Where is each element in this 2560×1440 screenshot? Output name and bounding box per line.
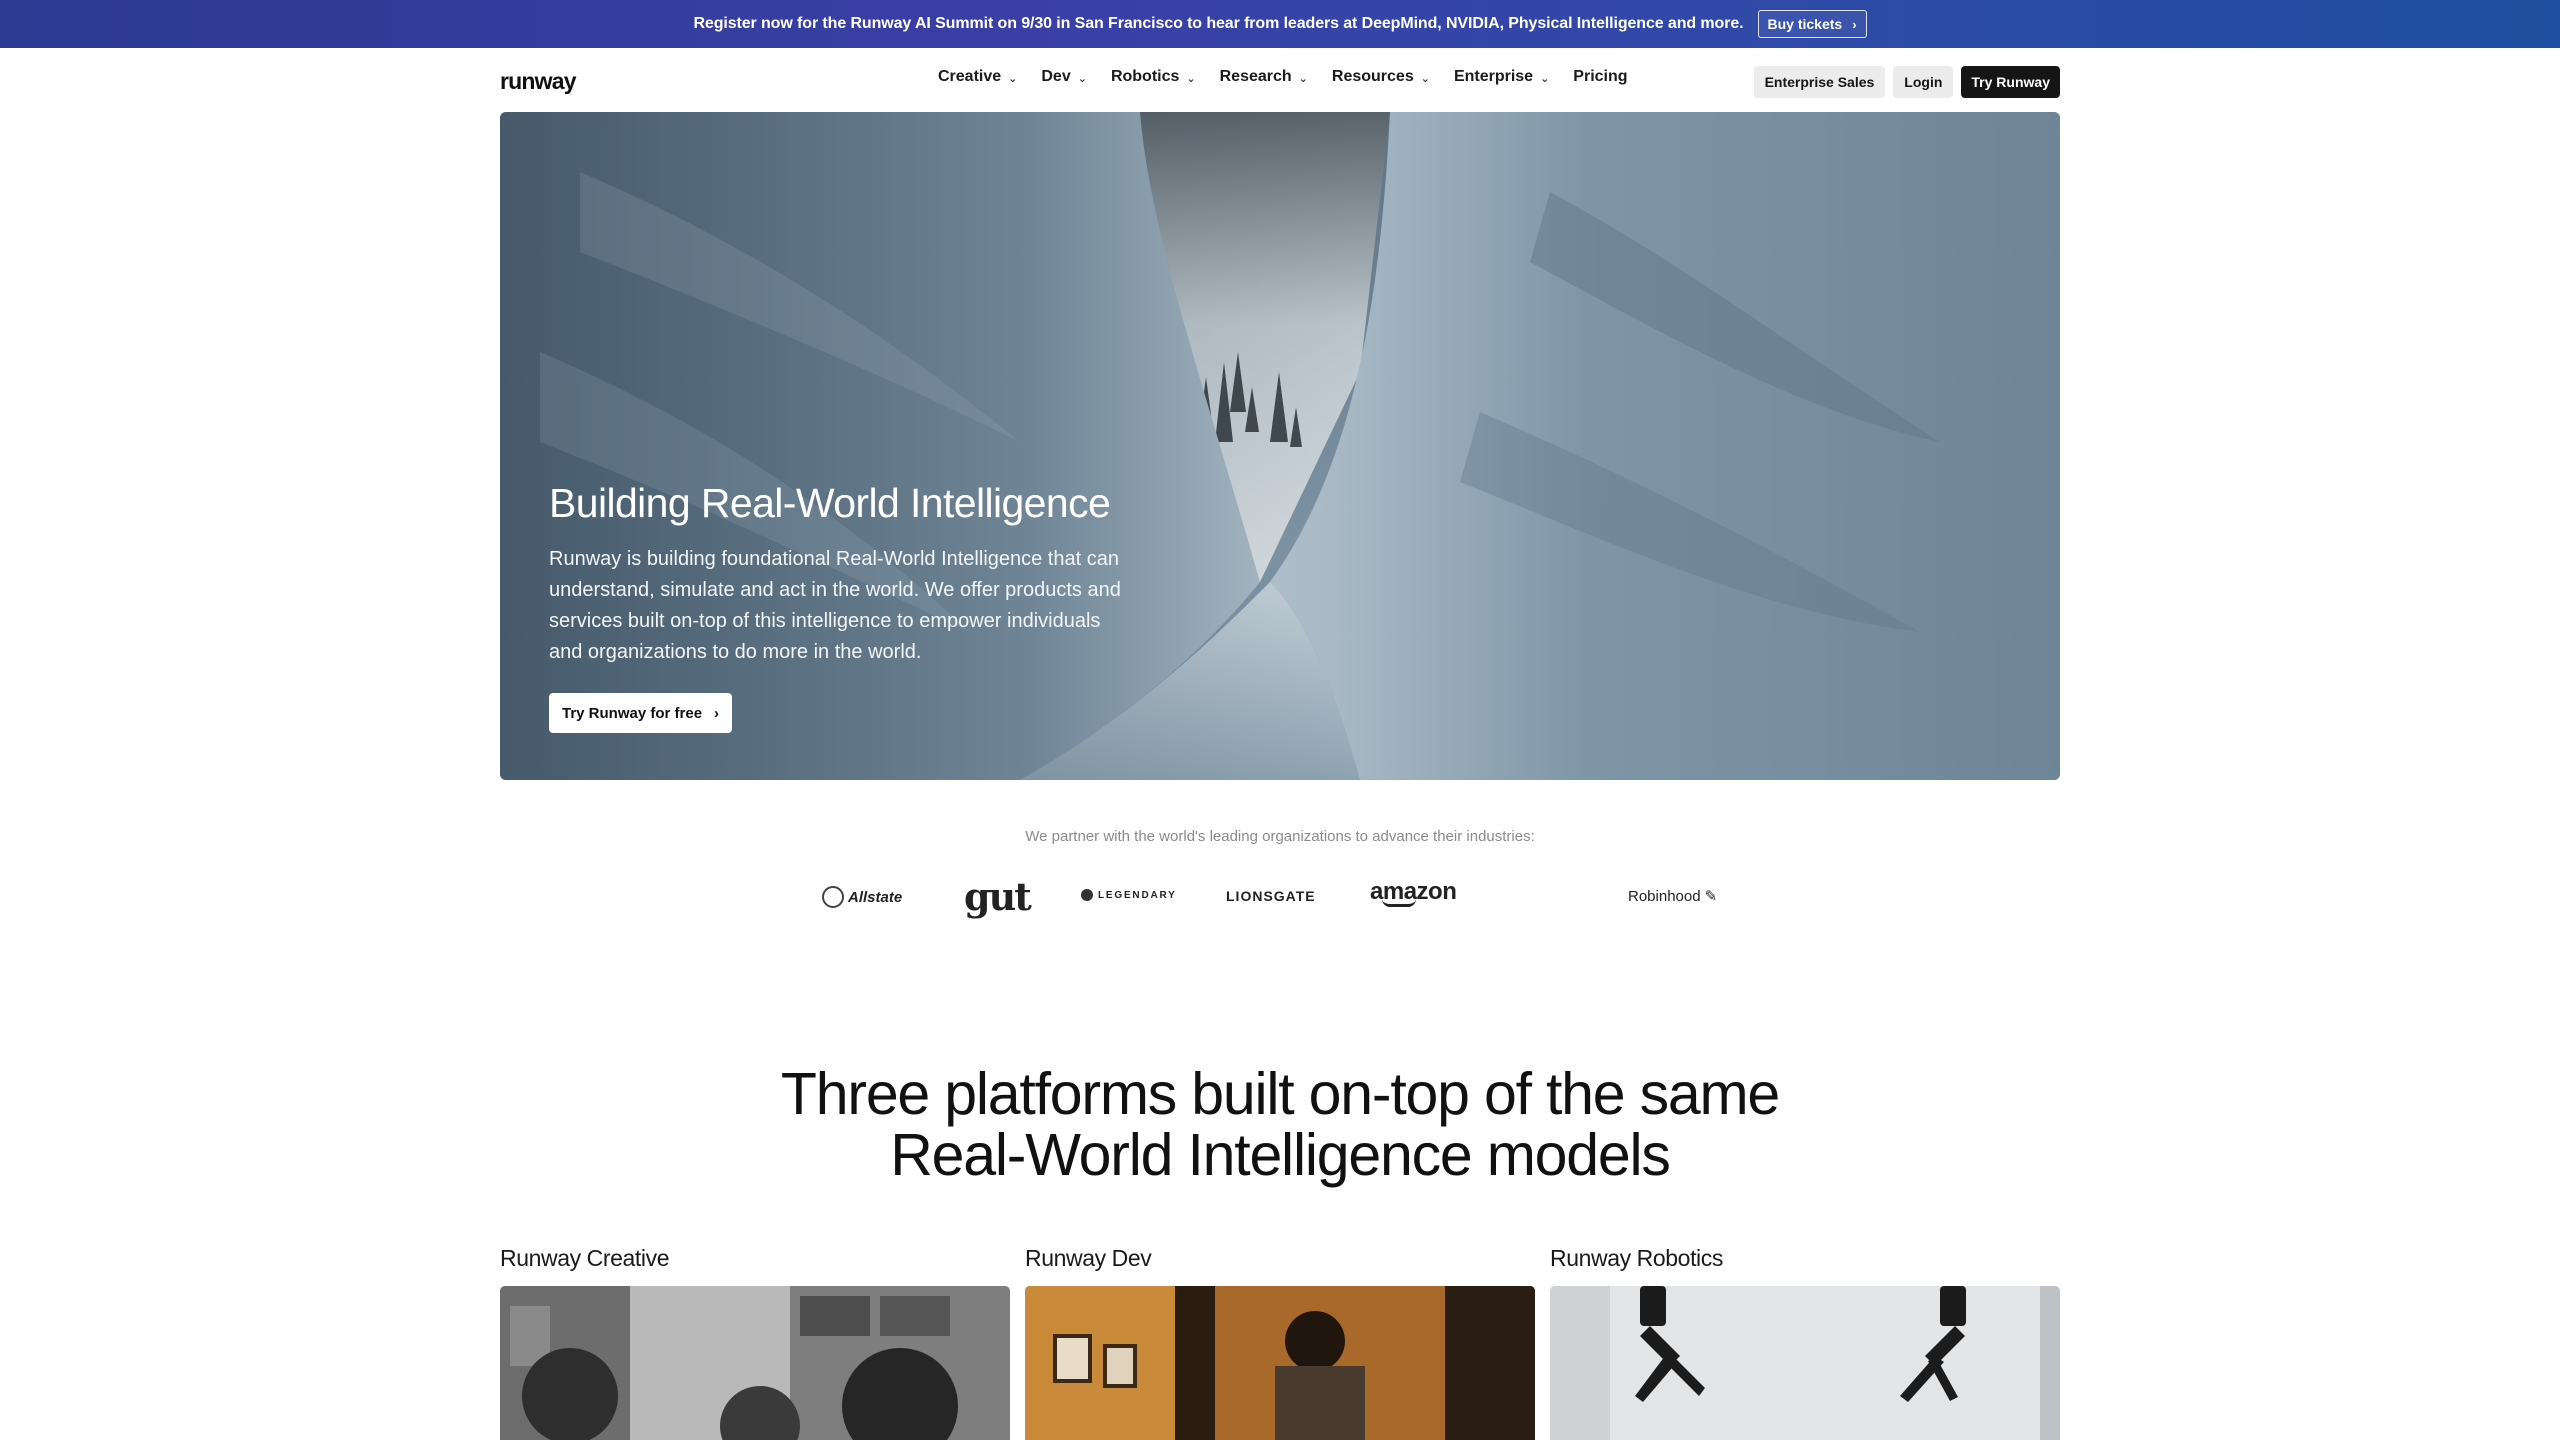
hero-banner: Building Real-World Intelligence Runway … [500,112,2060,780]
hero-title: Building Real-World Intelligence [549,480,1111,526]
chevron-down-icon: ⌄ [1077,72,1087,85]
banner-text: Register now for the Runway AI Summit on… [693,15,1744,32]
nav-item-label: Pricing [1573,68,1628,85]
buy-tickets-label: Buy tickets [1767,16,1843,32]
creative-preview-image [500,1286,1010,1440]
nav-item-label: Enterprise [1453,68,1534,85]
legendary-logo: LEGENDARY [1081,889,1177,901]
partners-caption: We partner with the world's leading orga… [1025,828,1535,845]
announcement-banner: Register now for the Runway AI Summit on… [0,0,2560,48]
nav-item-dev[interactable]: Dev ⌄ [1041,68,1087,86]
microsoft-logo [1516,873,1565,922]
feather-icon: ✎ [1704,888,1718,905]
dev-preview-image [1025,1286,1535,1440]
hero-description: Runway is building foundational Real-Wor… [549,548,1121,663]
platforms-heading: Three platforms built on-top of the same… [780,1061,1780,1188]
chevron-down-icon: ⌄ [1298,72,1308,85]
login-button[interactable]: Login [1893,66,1954,98]
robinhood-logo: Robinhood ✎ [1628,887,1718,906]
platform-card-creative[interactable]: Runway Creative [500,1245,1010,1440]
nav-item-pricing[interactable]: Pricing [1573,68,1627,86]
nav-item-robotics[interactable]: Robotics ⌄ [1111,68,1196,86]
platform-card-dev[interactable]: Runway Dev [1025,1245,1535,1440]
chevron-down-icon: ⌄ [1540,72,1550,85]
chevron-down-icon: ⌄ [1420,72,1430,85]
nav-item-label: Research [1219,68,1292,85]
partner-logos: Allstate gut LEGENDARY LIONSGATE amazon … [0,872,2560,924]
lionsgate-logo: LIONSGATE [1226,888,1316,904]
nav-item-label: Creative [938,68,1002,85]
amazon-smile-icon [1382,899,1416,907]
top-navigation: runway Creative ⌄ Dev ⌄ Robotics ⌄ Resea… [0,48,2560,112]
robotics-preview-image [1550,1286,2060,1440]
nav-item-label: Resources [1331,68,1414,85]
gut-logo: gut [964,874,1032,919]
platform-label: Runway Dev [1025,1245,1152,1271]
platform-label: Runway Robotics [1550,1245,1723,1271]
cta-label: Try Runway for free [562,704,703,722]
nav-item-resources[interactable]: Resources ⌄ [1332,68,1430,86]
buy-tickets-button[interactable]: Buy tickets › [1757,10,1867,38]
nav-item-enterprise[interactable]: Enterprise ⌄ [1454,68,1549,86]
legendary-emblem-icon [1081,889,1093,901]
chevron-down-icon: ⌄ [1008,72,1018,85]
chevron-right-icon: › [1852,16,1857,32]
platform-card-robotics[interactable]: Runway Robotics [1550,1245,2060,1440]
chevron-down-icon: ⌄ [1186,72,1196,85]
nav-actions: Enterprise Sales Login Try Runway [1753,66,2060,98]
platform-label: Runway Creative [500,1245,670,1271]
nav-item-creative[interactable]: Creative ⌄ [938,68,1017,86]
amazon-logo: amazon [1370,878,1457,907]
allstate-logo: Allstate [822,886,902,908]
try-runway-button[interactable]: Try Runway [1961,66,2060,98]
runway-logo[interactable]: runway [500,68,577,95]
nav-item-research[interactable]: Research ⌄ [1220,68,1308,86]
nav-item-label: Dev [1041,68,1071,85]
allstate-hands-icon [822,886,844,908]
try-runway-free-button[interactable]: Try Runway for free › [549,693,733,733]
chevron-right-icon: › [714,704,720,722]
main-menu: Creative ⌄ Dev ⌄ Robotics ⌄ Research ⌄ R… [938,68,1628,86]
nav-item-label: Robotics [1110,68,1180,85]
enterprise-sales-button[interactable]: Enterprise Sales [1753,66,1886,98]
